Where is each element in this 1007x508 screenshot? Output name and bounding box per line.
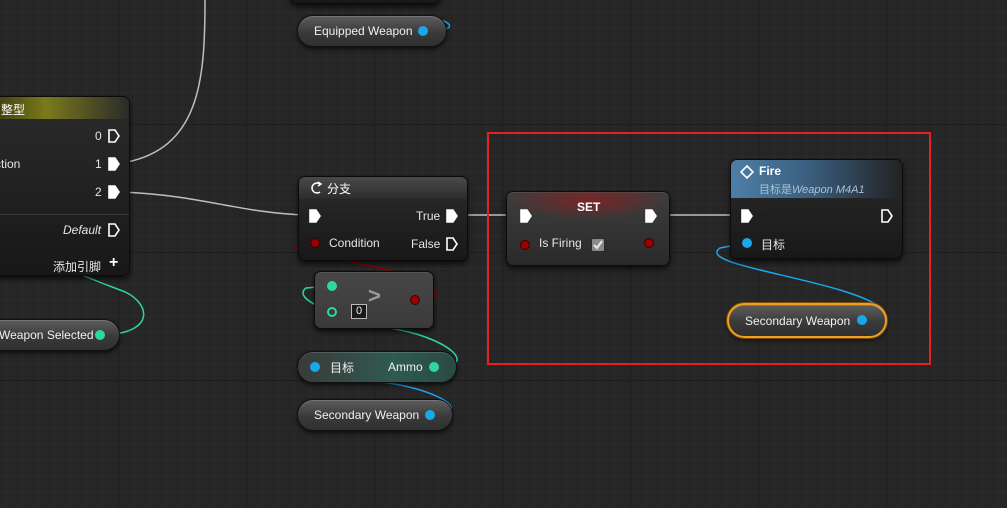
branch-true-label: True xyxy=(416,209,441,223)
secondary-weapon-getter[interactable]: Secondary Weapon xyxy=(297,399,453,431)
exec-pin-out-2[interactable] xyxy=(108,185,120,199)
switch-output-0-label: 0 xyxy=(95,129,102,143)
switch-input-label: ction xyxy=(0,157,21,171)
exec-wire-switch-to-branch xyxy=(121,191,307,216)
switch-output-1-label: 1 xyxy=(95,157,102,171)
fire-subtitle-prefix: 目标是 xyxy=(759,184,792,196)
integer-pin-ammo-out[interactable] xyxy=(429,362,439,372)
greater-than-symbol: > xyxy=(368,283,381,308)
checkmark-icon xyxy=(593,240,603,250)
partial-node-top[interactable] xyxy=(290,0,440,4)
switch-on-int-node[interactable]: 整型 ction 0 1 2 Default 添加引脚 + xyxy=(0,96,130,276)
secondary-weapon-selected-label: Secondary Weapon xyxy=(745,313,851,328)
object-pin-out[interactable] xyxy=(418,26,428,36)
integer-pin-a[interactable] xyxy=(327,281,337,291)
exec-pin-in[interactable] xyxy=(309,209,321,223)
function-icon xyxy=(740,165,754,179)
object-pin-out[interactable] xyxy=(425,410,435,420)
integer-pin-b[interactable] xyxy=(327,307,337,317)
fire-target-label: 目标 xyxy=(761,238,786,252)
fire-function-node[interactable]: Fire 目标是Weapon M4A1 目标 xyxy=(730,159,903,259)
integer-pin-out[interactable] xyxy=(95,330,105,340)
object-pin-target[interactable] xyxy=(310,362,320,372)
switch-divider xyxy=(0,214,129,215)
exec-pin-out-0[interactable] xyxy=(108,129,120,143)
secondary-weapon-getter-selected[interactable]: Secondary Weapon xyxy=(727,303,887,338)
exec-pin-in[interactable] xyxy=(741,209,753,223)
object-pin-target[interactable] xyxy=(742,238,752,248)
exec-pin-in[interactable] xyxy=(520,209,532,223)
equipped-weapon-getter[interactable]: Equipped Weapon xyxy=(297,15,447,47)
switch-add-pin-label: 添加引脚 xyxy=(53,260,102,274)
weapon-selected-label: Weapon Selected xyxy=(0,328,94,342)
weapon-selected-getter[interactable]: Weapon Selected xyxy=(0,319,120,351)
exec-pin-true[interactable] xyxy=(446,209,458,223)
switch-output-2-label: 2 xyxy=(95,185,102,199)
branch-icon xyxy=(311,181,323,194)
exec-wire-upper xyxy=(121,0,206,164)
exec-pin-out-default[interactable] xyxy=(108,223,120,237)
boolean-pin-out[interactable] xyxy=(644,238,654,248)
ammo-target-label: 目标 xyxy=(330,360,355,375)
fire-subtitle-class: Weapon M4A1 xyxy=(792,184,865,196)
exec-pin-out-1[interactable] xyxy=(108,157,120,171)
object-pin-out[interactable] xyxy=(857,315,867,325)
exec-pin-out[interactable] xyxy=(881,209,893,223)
is-firing-checkbox[interactable] xyxy=(591,238,605,252)
exec-pin-out[interactable] xyxy=(645,209,657,223)
set-var-label: Is Firing xyxy=(539,236,582,250)
switch-node-title: 整型 xyxy=(1,103,26,117)
fire-node-title: Fire xyxy=(759,164,782,178)
branch-node-header xyxy=(299,177,467,199)
plus-icon[interactable]: + xyxy=(109,255,118,271)
set-node[interactable]: SET Is Firing xyxy=(506,191,670,266)
boolean-pin-out[interactable] xyxy=(410,295,420,305)
switch-default-label: Default xyxy=(63,223,102,237)
boolean-pin-condition[interactable] xyxy=(310,238,320,248)
ammo-getter[interactable]: 目标 Ammo xyxy=(297,351,457,383)
branch-false-label: False xyxy=(411,237,441,251)
equipped-weapon-label: Equipped Weapon xyxy=(314,24,413,38)
branch-node[interactable]: 分支 True Condition False xyxy=(298,176,468,261)
exec-pin-false[interactable] xyxy=(446,237,458,251)
secondary-weapon-label: Secondary Weapon xyxy=(314,408,420,422)
boolean-pin-in[interactable] xyxy=(520,240,530,250)
set-node-title: SET xyxy=(577,200,601,214)
literal-value-box[interactable]: 0 xyxy=(351,304,367,319)
branch-node-title: 分支 xyxy=(327,182,352,196)
fire-node-subtitle: 目标是Weapon M4A1 xyxy=(759,181,865,197)
branch-condition-label: Condition xyxy=(329,236,380,250)
compare-greater-node[interactable]: 0 > xyxy=(314,271,434,329)
ammo-output-label: Ammo xyxy=(388,360,423,374)
